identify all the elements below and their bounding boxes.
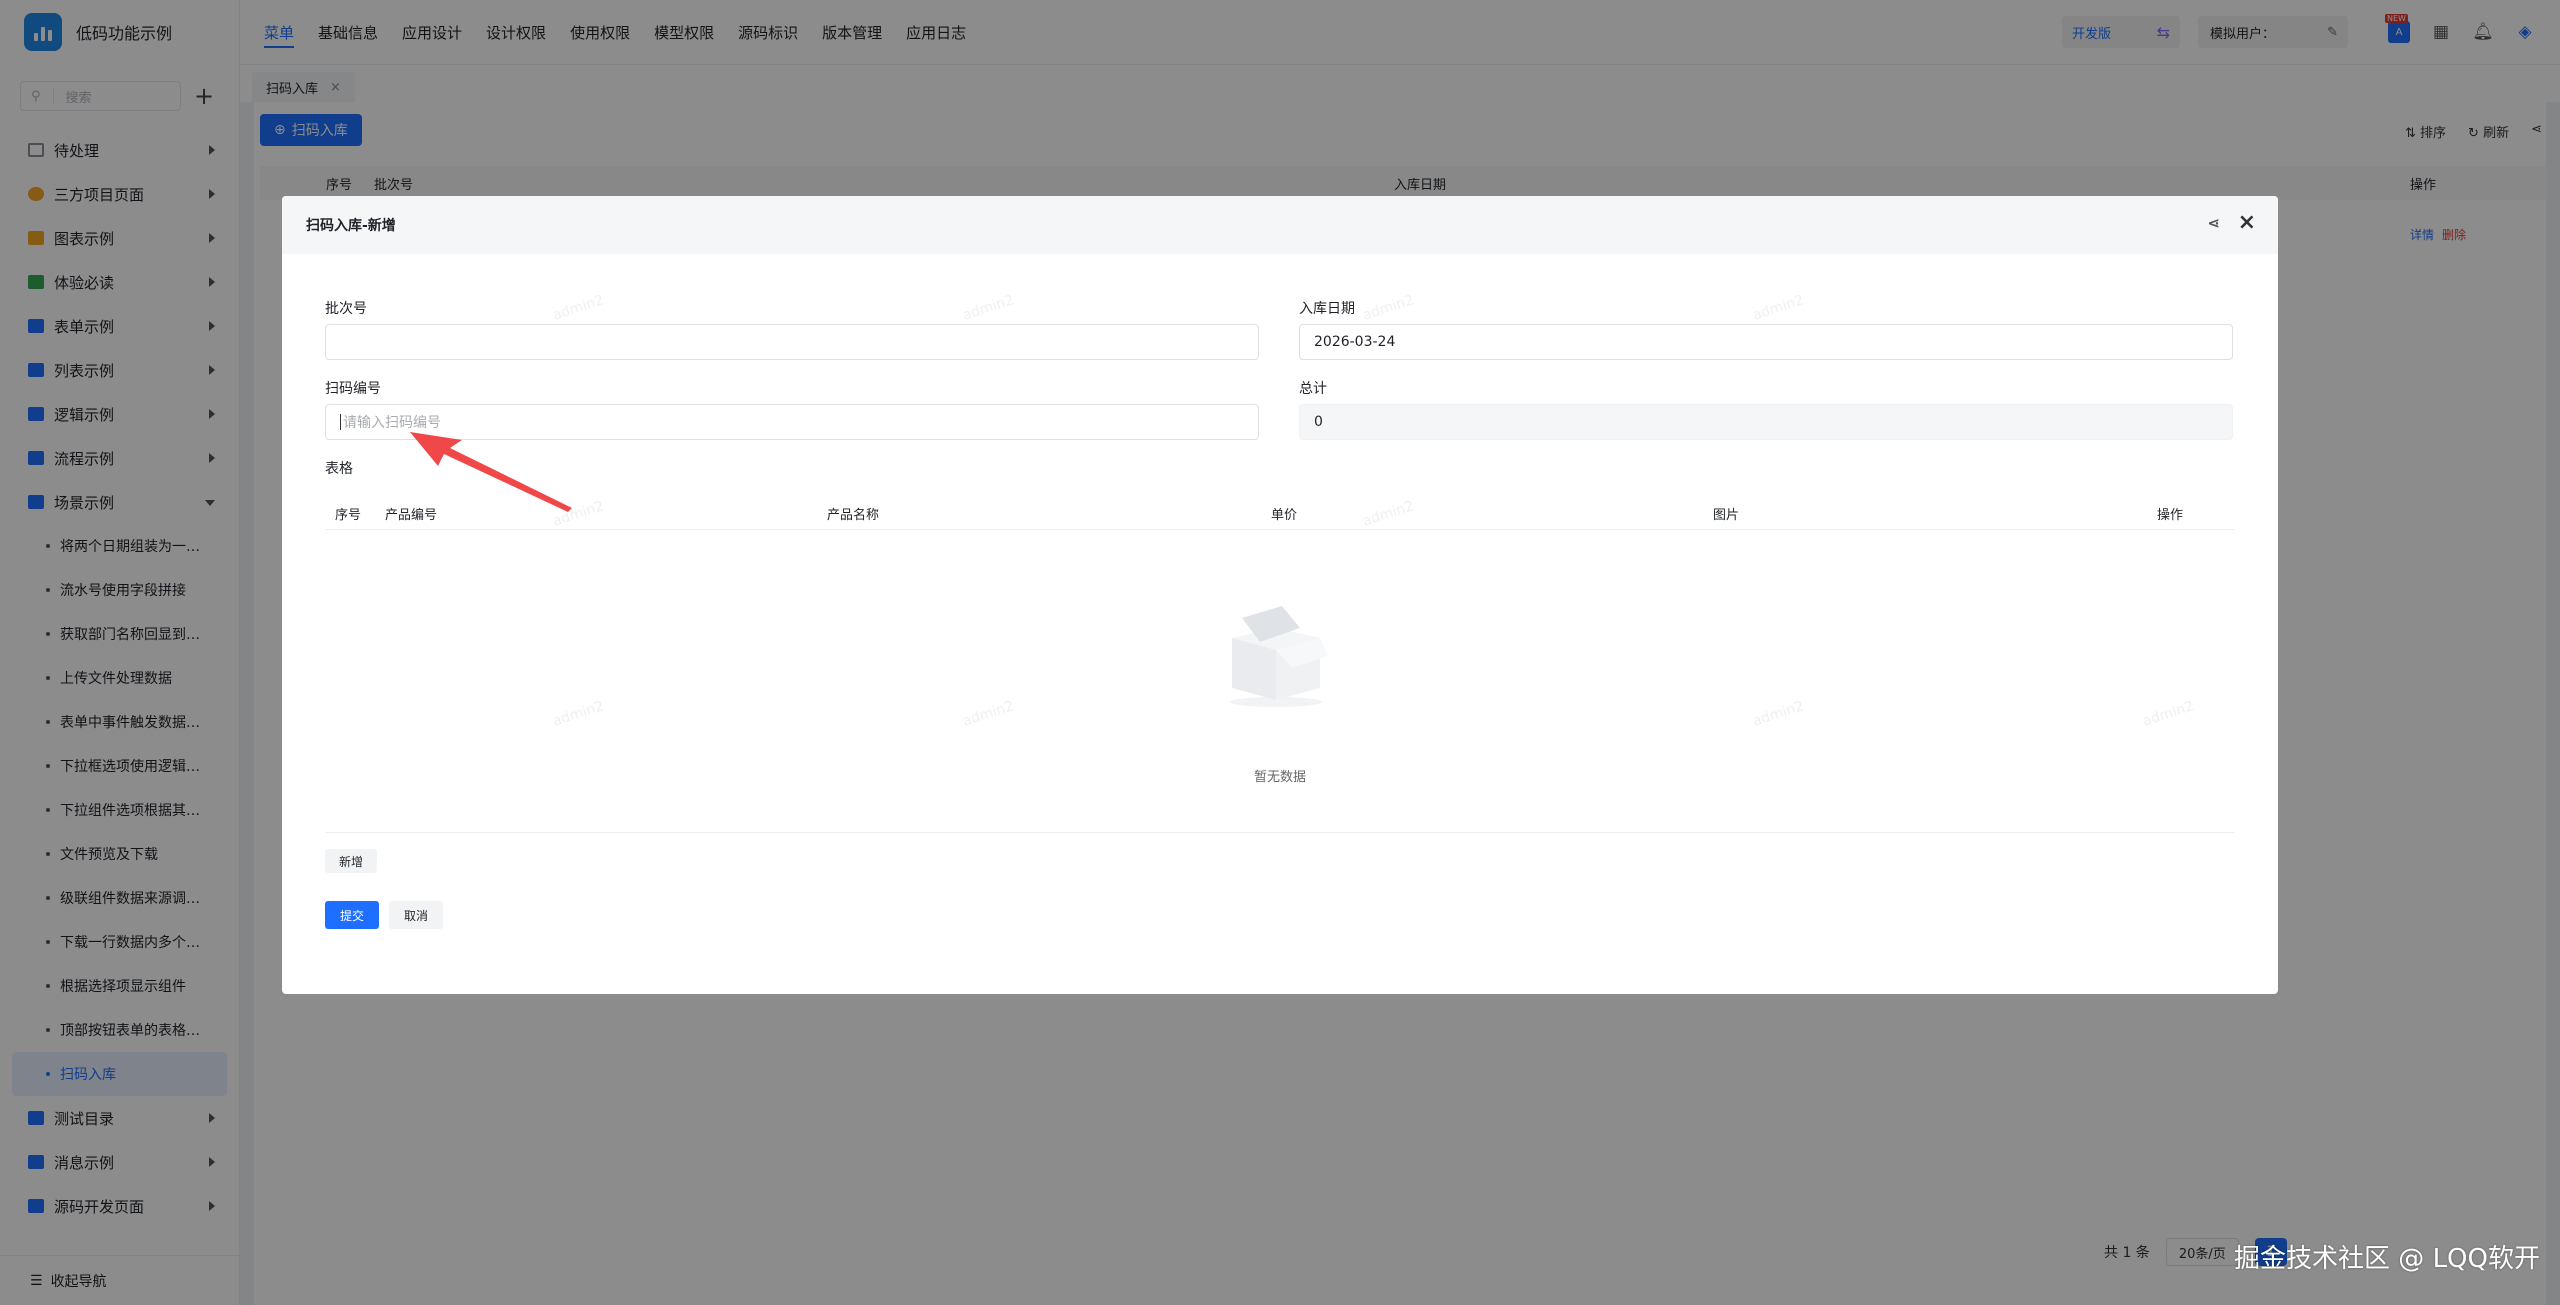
total-label: 总计 (1299, 381, 1327, 397)
column-index: 序号 (335, 508, 362, 523)
watermark: admin2 (1750, 292, 1806, 324)
watermark-credit: 掘金技术社区 @ LQQ软开 (2234, 1244, 2540, 1274)
cancel-button[interactable]: 取消 (389, 901, 443, 929)
sub-table-divider (325, 832, 2235, 833)
column-product-name: 产品名称 (827, 508, 880, 523)
scan-code-label: 扫码编号 (325, 381, 381, 397)
add-row-button[interactable]: 新增 (325, 849, 378, 873)
sub-table-header: 序号 产品编号 产品名称 单价 图片 操作 (325, 492, 2235, 530)
submit-button[interactable]: 提交 (325, 901, 379, 929)
annotation-arrow-icon (410, 432, 572, 512)
watermark: admin2 (960, 698, 1016, 730)
watermark: admin2 (1750, 698, 1806, 730)
batch-no-input[interactable] (325, 324, 1259, 360)
empty-box-icon (1230, 606, 1328, 707)
text-cursor (340, 414, 341, 430)
column-actions: 操作 (2157, 508, 2184, 523)
total-input: 0 (1299, 404, 2233, 440)
share-icon[interactable]: ⋖ (2207, 214, 2220, 232)
watermark: admin2 (1360, 292, 1416, 324)
dialog-title: 扫码入库-新增 (306, 218, 396, 234)
add-dialog: 扫码入库-新增 ⋖ × admin2 admin2 admin2 admin2 … (282, 196, 2278, 994)
watermark: admin2 (550, 292, 606, 324)
batch-no-label: 批次号 (325, 301, 367, 317)
column-image: 图片 (1713, 508, 1740, 523)
close-icon[interactable]: × (2238, 210, 2256, 235)
stock-date-input[interactable]: 2026-03-24 (1299, 324, 2233, 360)
dialog-header: 扫码入库-新增 ⋖ × (282, 196, 2278, 254)
watermark: admin2 (960, 292, 1016, 324)
watermark: admin2 (2140, 698, 2196, 730)
watermark: admin2 (550, 698, 606, 730)
sub-table-label: 表格 (325, 461, 353, 477)
empty-state-text: 暂无数据 (1253, 770, 1306, 785)
stock-date-label: 入库日期 (1299, 301, 1355, 317)
column-unit-price: 单价 (1271, 508, 1298, 523)
